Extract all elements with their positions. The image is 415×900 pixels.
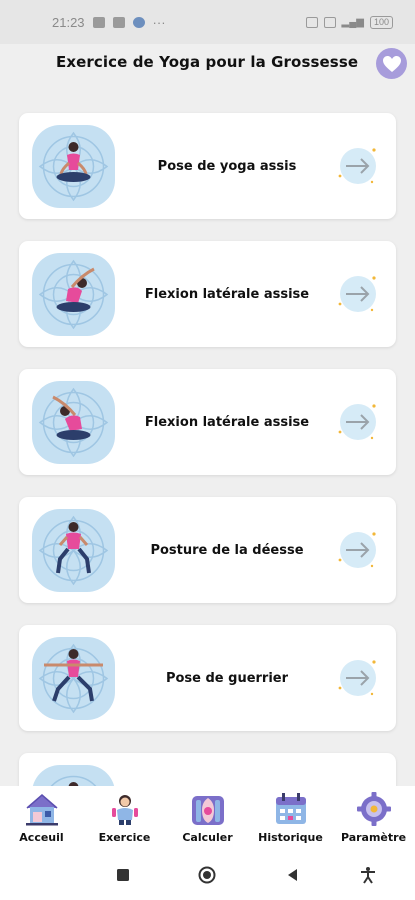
exercise-title: Flexion latérale assise bbox=[144, 414, 310, 430]
system-navigation-bar bbox=[0, 850, 415, 900]
bottom-navigation: Acceuil Exercice Calculer Historique Par… bbox=[0, 786, 415, 850]
page-title: Exercice de Yoga pour la Grossesse bbox=[56, 53, 359, 71]
status-left: 21:23 ··· bbox=[52, 15, 166, 30]
home-icon bbox=[25, 794, 58, 826]
arrow-right-icon[interactable] bbox=[336, 401, 378, 443]
nav-item-exercice[interactable]: Exercice bbox=[83, 786, 166, 850]
status-time: 21:23 bbox=[52, 14, 85, 30]
youtube-notification-icon bbox=[112, 16, 125, 28]
nav-label-calculer: Calculer bbox=[182, 831, 233, 844]
home-circle-icon[interactable] bbox=[198, 866, 216, 884]
exercise-card[interactable]: Flexion latérale assise bbox=[19, 241, 396, 347]
battery-icon: 100 bbox=[369, 15, 393, 29]
nav-item-acceuil[interactable]: Acceuil bbox=[0, 786, 83, 850]
arrow-right-icon[interactable] bbox=[336, 273, 378, 315]
app-header: Exercice de Yoga pour la Grossesse bbox=[0, 44, 415, 92]
exercise-thumbnail bbox=[32, 637, 115, 720]
nav-label-historique: Historique bbox=[258, 831, 323, 844]
recent-apps-icon[interactable] bbox=[114, 866, 132, 884]
status-bar: 21:23 ··· ▂▄▆ 100 bbox=[0, 0, 415, 44]
exercise-thumbnail bbox=[32, 381, 115, 464]
settings-icon bbox=[356, 792, 391, 826]
more-notifications-icon: ··· bbox=[152, 14, 166, 30]
nav-item-parametre[interactable]: Paramètre bbox=[332, 786, 415, 850]
exercise-title: Posture de la déesse bbox=[150, 542, 304, 558]
arrow-right-icon[interactable] bbox=[336, 145, 378, 187]
nav-label-acceuil: Acceuil bbox=[19, 831, 64, 844]
exercise-card[interactable]: Pose de yoga assis bbox=[19, 113, 396, 219]
nav-label-exercice: Exercice bbox=[98, 831, 151, 844]
exercise-card[interactable]: Flexion latérale assise bbox=[19, 369, 396, 475]
vibrate-icon bbox=[305, 16, 318, 28]
heart-icon bbox=[382, 55, 401, 72]
battery-level: 100 bbox=[373, 16, 389, 27]
exercise-card[interactable]: Posture de la déesse bbox=[19, 497, 396, 603]
arrow-right-icon[interactable] bbox=[336, 529, 378, 571]
exercise-thumbnail bbox=[32, 509, 115, 592]
nav-item-historique[interactable]: Historique bbox=[249, 786, 332, 850]
app-notification-icon bbox=[132, 16, 145, 28]
exercise-title: Pose de yoga assis bbox=[157, 158, 297, 174]
nav-item-calculer[interactable]: Calculer bbox=[166, 786, 249, 850]
exercise-title: Flexion latérale assise bbox=[144, 286, 310, 302]
back-icon[interactable] bbox=[284, 866, 302, 884]
exercise-thumbnail bbox=[32, 765, 115, 786]
calculator-icon bbox=[191, 796, 224, 825]
signal-icon: ▂▄▆ bbox=[341, 16, 364, 28]
arrow-right-icon[interactable] bbox=[336, 657, 378, 699]
favorites-button[interactable] bbox=[376, 48, 407, 79]
exercise-card[interactable] bbox=[19, 753, 396, 786]
calendar-icon bbox=[275, 793, 306, 824]
exercise-title: Pose de guerrier bbox=[165, 670, 289, 686]
trash-notification-icon bbox=[92, 16, 105, 28]
sim-icon bbox=[323, 16, 336, 28]
exercise-list[interactable]: Pose de yoga assis Flexion latérale assi… bbox=[0, 92, 415, 786]
exercise-title bbox=[137, 753, 317, 786]
accessibility-icon[interactable] bbox=[359, 866, 377, 884]
nav-label-parametre: Paramètre bbox=[340, 831, 407, 844]
exercise-thumbnail bbox=[32, 125, 115, 208]
status-right: ▂▄▆ 100 bbox=[305, 15, 393, 29]
exercise-card[interactable]: Pose de guerrier bbox=[19, 625, 396, 731]
exercise-thumbnail bbox=[32, 253, 115, 336]
exercise-icon bbox=[111, 795, 138, 825]
